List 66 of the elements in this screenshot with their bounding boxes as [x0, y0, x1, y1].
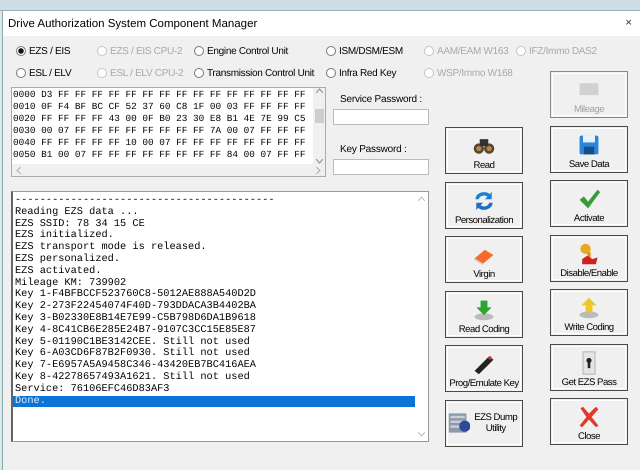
chevron-up-icon[interactable]: [418, 196, 425, 201]
hex-line: 0020 FF FF FF FF 43 00 0F B0 23 30 E8 B1 4E 7E 99 C5: [13, 113, 307, 125]
log-line: EZS transport mode is released.: [14, 242, 208, 254]
log-line: Service: 76106EFC46D83AF3: [14, 384, 170, 396]
upload-arrow-icon: [577, 296, 601, 320]
tool-button[interactable]: Read Coding: [445, 290, 523, 338]
window-title: Drive Authorization System Component Manager: [8, 18, 258, 30]
chevron-down-icon[interactable]: [316, 159, 322, 164]
close-icon: [577, 405, 601, 429]
log-line: EZS activated.: [14, 266, 103, 278]
log-line: EZS SSID: 78 34 15 CE: [14, 218, 146, 230]
key-password-field[interactable]: [333, 159, 429, 175]
radio-circle[interactable]: [16, 68, 26, 78]
field-label: Key Password :: [339, 144, 408, 155]
log-line: Key 7-E6957A5A9458C346-43420EB7BC416AEA: [14, 360, 257, 372]
hex-line: 0050 B1 00 07 FF FF FF FF FF FF FF FF 84 00 07 FF FF: [13, 149, 307, 161]
log-line: Key 5-01190C1BE3142CEE. Still not used: [14, 336, 251, 348]
tool-button[interactable]: Read: [445, 127, 523, 174]
log-line: ------------------------------------------: [14, 195, 276, 206]
chevron-right-icon[interactable]: [316, 166, 321, 174]
tool-button[interactable]: Save Data: [550, 126, 628, 172]
radio-circle[interactable]: [16, 46, 26, 56]
chevron-left-icon[interactable]: [16, 166, 21, 174]
service-password-field[interactable]: [333, 109, 429, 125]
tool-button[interactable]: Write Coding: [550, 289, 628, 336]
hex-line: 0040 FF FF FF FF FF 10 00 07 FF FF FF FF FF FF FF FF: [13, 137, 307, 149]
log-line: Reading EZS data ...: [14, 206, 140, 219]
tool-button[interactable]: Disable/Enable: [550, 234, 628, 282]
close-button[interactable]: Close: [550, 398, 628, 445]
tool-button[interactable]: EZS Dump Utility: [445, 400, 523, 446]
log-line: Key 8-42278657493A1621. Still not used: [14, 372, 251, 384]
radio-button[interactable]: EZS / EIS: [11, 46, 70, 56]
log-line: Key 1-F4BFBCCF523760C8-5012AE888A540D2D: [14, 289, 257, 301]
vertical-scrollbar[interactable]: [313, 88, 325, 164]
close-icon[interactable]: ×: [625, 18, 632, 30]
hex-line: 0000 D3 FF FF FF FF FF FF FF FF FF FF FF FF FF FF FF: [13, 89, 307, 101]
radio-button[interactable]: Transmission Control Unit: [189, 68, 314, 78]
log-line: Key 3-B02330E8B14E7E99-C5B798D6DA1B9618: [14, 312, 257, 325]
radio-circle[interactable]: [326, 46, 336, 56]
horizontal-scrollbar[interactable]: [12, 164, 325, 176]
chevron-up-icon[interactable]: [316, 88, 322, 93]
radio-button[interactable]: Engine Control Unit: [189, 46, 288, 56]
tool-button[interactable]: Personalization: [445, 182, 523, 228]
tool-button[interactable]: Virgin: [445, 236, 523, 283]
tool-button[interactable]: Get EZS Pass: [550, 344, 628, 390]
download-arrow-icon: [472, 298, 496, 322]
radio-circle[interactable]: [326, 68, 336, 78]
hex-line: 0030 00 07 FF FF FF FF FF FF FF FF 7A 00 07 FF FF FF: [13, 125, 307, 137]
radio-circle[interactable]: [194, 46, 204, 56]
radio-button[interactable]: ISM/DSM/ESM: [321, 46, 403, 56]
log-line: Key 2-273F22454074F40D-793DDACA3B4402BA: [14, 301, 257, 313]
radio-circle[interactable]: [194, 68, 204, 78]
hex-line: 0010 0F F4 BF BC CF 52 37 60 C8 1F 00 03 FF FF FF FF: [13, 101, 307, 113]
log-line: EZS personalized.: [14, 254, 122, 266]
scrollbar-thumb[interactable]: [314, 109, 324, 123]
log-line: Key 6-A03CD6F87B2F0930. Still not used: [14, 348, 251, 360]
tool-button[interactable]: Prog/Emulate Key: [445, 345, 523, 392]
radio-button[interactable]: Infra Red Key: [321, 68, 396, 78]
log-line: Mileage KM: 739902: [14, 278, 128, 289]
tool-button[interactable]: Activate: [550, 180, 628, 227]
field-label: Service Password :: [339, 94, 423, 105]
radio-button[interactable]: ESL / ELV: [11, 68, 72, 78]
log-line: Key 4-8C41CB6E285E24B7-9107C3CC15E85E87: [14, 324, 257, 336]
log-line: EZS initialized.: [14, 230, 115, 242]
checkmark-icon: [577, 187, 601, 211]
chevron-down-icon[interactable]: [418, 432, 425, 437]
